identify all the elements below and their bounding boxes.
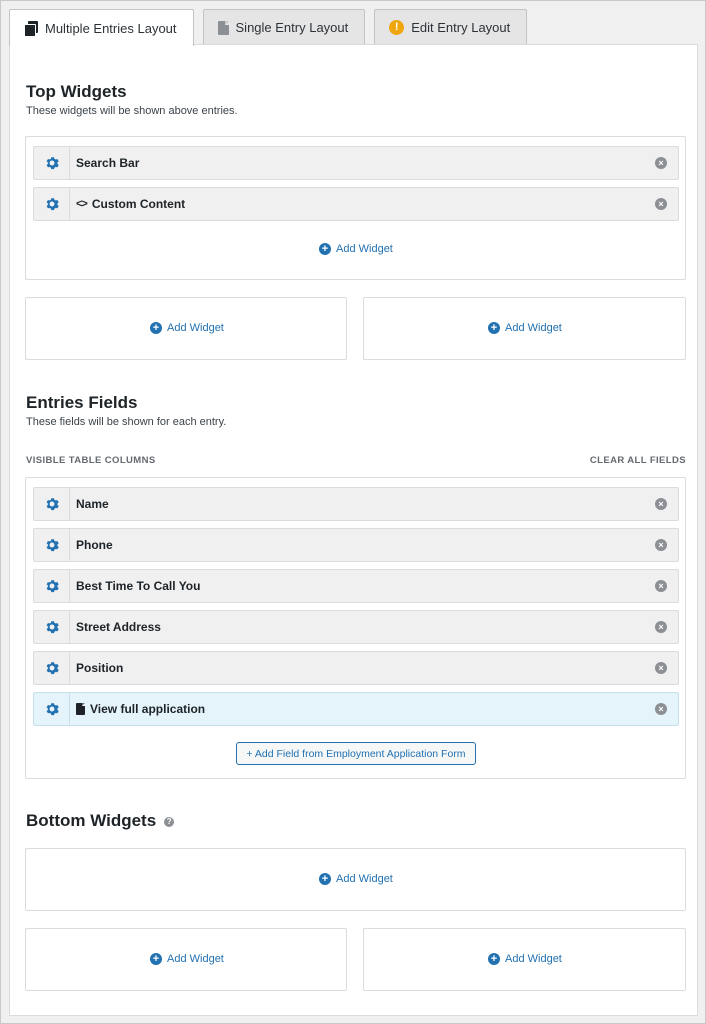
widget-row[interactable]: Search Bar × [33, 146, 679, 180]
field-row[interactable]: Position × [33, 651, 679, 685]
widget-settings-button[interactable] [34, 188, 70, 220]
close-icon: × [655, 539, 667, 551]
tab-label: Single Entry Layout [235, 20, 349, 35]
field-label: Street Address [76, 620, 161, 634]
widget-label-text: Custom Content [91, 197, 186, 211]
remove-field-button[interactable]: × [644, 621, 678, 633]
plus-circle-icon: + [150, 322, 162, 334]
top-right-widget-area: + Add Widget [363, 297, 686, 360]
close-icon: × [655, 703, 667, 715]
tab-label: Edit Entry Layout [411, 20, 511, 35]
close-icon: × [655, 498, 667, 510]
add-widget-label: Add Widget [167, 953, 224, 965]
plus-circle-icon: + [319, 243, 331, 255]
add-widget-button[interactable]: + Add Widget [488, 953, 562, 965]
warning-icon: ! [389, 20, 405, 35]
close-icon: × [655, 157, 667, 169]
gear-icon [46, 662, 59, 675]
widget-row[interactable]: <> Custom Content × [33, 187, 679, 221]
field-row[interactable]: Street Address × [33, 610, 679, 644]
add-widget-label: Add Widget [505, 953, 562, 965]
add-widget-button[interactable]: + Add Widget [150, 953, 224, 965]
field-settings-button[interactable] [34, 529, 70, 561]
close-icon: × [655, 621, 667, 633]
widget-label: Search Bar [76, 156, 140, 170]
top-left-widget-area: + Add Widget [25, 297, 347, 360]
visible-columns-label: VISIBLE TABLE COLUMNS [26, 455, 156, 466]
layout-panel: Top Widgets These widgets will be shown … [9, 44, 698, 1016]
plus-circle-icon: + [319, 873, 331, 885]
widget-settings-button[interactable] [34, 147, 70, 179]
top-widgets-area: Search Bar × <> Custom Content × + Add W… [25, 136, 686, 280]
field-label: Phone [76, 538, 113, 552]
gear-icon [46, 539, 59, 552]
remove-field-button[interactable]: × [644, 703, 678, 715]
close-icon: × [655, 580, 667, 592]
tab-label: Multiple Entries Layout [45, 20, 177, 36]
close-icon: × [655, 662, 667, 674]
tab-multiple-entries[interactable]: Multiple Entries Layout [9, 9, 194, 46]
plus-circle-icon: + [488, 322, 500, 334]
gravityview-layout-editor: Multiple Entries Layout Single Entry Lay… [0, 0, 706, 1024]
gear-icon [46, 157, 59, 170]
add-widget-label: Add Widget [336, 243, 393, 255]
close-icon: × [655, 198, 667, 210]
top-widgets-title: Top Widgets [26, 82, 127, 101]
bottom-left-widget-area: + Add Widget [25, 928, 347, 991]
tab-edit-entry[interactable]: ! Edit Entry Layout [374, 9, 528, 45]
help-icon[interactable]: ? [164, 816, 175, 827]
entries-fields-area: Name × Phone × Best Time To Call You × S… [25, 477, 686, 779]
tab-single-entry[interactable]: Single Entry Layout [202, 9, 366, 45]
field-settings-button[interactable] [34, 652, 70, 684]
multiple-entries-icon [24, 21, 38, 37]
bottom-widgets-title: Bottom Widgets [26, 811, 157, 830]
remove-field-button[interactable]: × [644, 498, 678, 510]
clear-all-fields-link[interactable]: CLEAR ALL FIELDS [590, 455, 686, 466]
plus-circle-icon: + [488, 953, 500, 965]
remove-field-button[interactable]: × [644, 662, 678, 674]
gear-icon [46, 580, 59, 593]
add-field-button[interactable]: + Add Field from Employment Application … [236, 742, 476, 765]
field-label-text: View full application [90, 702, 206, 716]
add-widget-label: Add Widget [336, 873, 393, 885]
add-widget-label: Add Widget [167, 322, 224, 334]
field-row-highlighted[interactable]: View full application × [33, 692, 679, 726]
widget-label: <> Custom Content [70, 197, 644, 211]
add-widget-button[interactable]: + Add Widget [319, 243, 393, 255]
field-settings-button[interactable] [34, 611, 70, 643]
add-widget-button[interactable]: + Add Widget [150, 322, 224, 334]
add-widget-button[interactable]: + Add Widget [319, 873, 393, 885]
field-settings-button[interactable] [34, 488, 70, 520]
remove-field-button[interactable]: × [644, 580, 678, 592]
top-widgets-description: These widgets will be shown above entrie… [26, 105, 238, 117]
add-widget-button[interactable]: + Add Widget [488, 322, 562, 334]
remove-widget-button[interactable]: × [644, 198, 678, 210]
field-label: View full application [70, 702, 644, 716]
field-label: Best Time To Call You [76, 579, 201, 593]
bottom-right-widget-area: + Add Widget [363, 928, 686, 991]
plus-circle-icon: + [150, 953, 162, 965]
field-label: Name [76, 497, 109, 511]
gear-icon [46, 703, 59, 716]
single-entry-icon [217, 20, 229, 35]
entries-fields-title: Entries Fields [26, 393, 138, 412]
gear-icon [46, 498, 59, 511]
remove-field-button[interactable]: × [644, 539, 678, 551]
code-icon: <> [76, 198, 88, 210]
field-row[interactable]: Name × [33, 487, 679, 521]
remove-widget-button[interactable]: × [644, 157, 678, 169]
field-row[interactable]: Best Time To Call You × [33, 569, 679, 603]
gear-icon [46, 198, 59, 211]
add-widget-label: Add Widget [505, 322, 562, 334]
bottom-widgets-area: + Add Widget [25, 848, 686, 911]
gear-icon [46, 621, 59, 634]
entries-fields-description: These fields will be shown for each entr… [26, 416, 227, 428]
document-icon [76, 703, 85, 715]
field-settings-button[interactable] [34, 693, 70, 725]
field-label: Position [76, 661, 124, 675]
field-row[interactable]: Phone × [33, 528, 679, 562]
field-settings-button[interactable] [34, 570, 70, 602]
layout-tabs: Multiple Entries Layout Single Entry Lay… [9, 9, 536, 46]
bottom-widgets-heading: Bottom Widgets? [26, 811, 175, 831]
